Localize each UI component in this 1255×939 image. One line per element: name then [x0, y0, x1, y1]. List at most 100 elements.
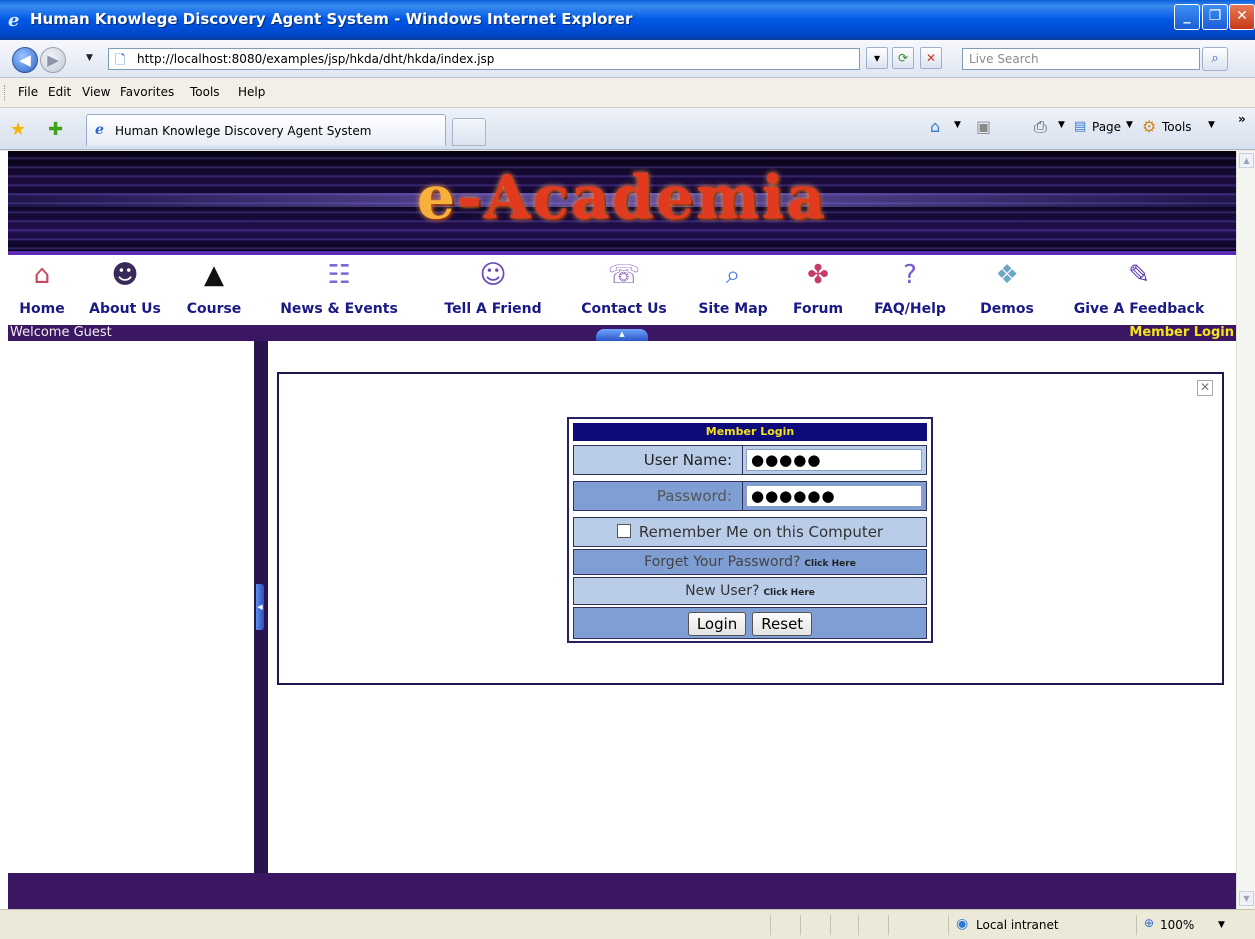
- nav-demos-label: Demos: [980, 301, 1034, 317]
- status-divider: [888, 915, 889, 935]
- menu-file[interactable]: File: [18, 85, 38, 99]
- username-label: User Name:: [643, 451, 732, 469]
- address-input[interactable]: 🗋 http://localhost:8080/examples/jsp/hkd…: [108, 48, 860, 70]
- friends-icon: ☺: [479, 260, 507, 290]
- toolbar-overflow-icon[interactable]: »: [1238, 112, 1246, 126]
- address-dropdown-button[interactable]: ▾: [866, 47, 888, 69]
- nav-contact-us[interactable]: ☏ Contact Us: [572, 257, 676, 325]
- vertical-scrollbar[interactable]: ▲ ▼: [1236, 151, 1255, 909]
- banner-title-rest: -Academia: [457, 163, 828, 233]
- address-url: http://localhost:8080/examples/jsp/hkda/…: [137, 52, 495, 66]
- print-icon[interactable]: ⎙: [1034, 117, 1047, 137]
- window-title-bar[interactable]: e Human Knowlege Discovery Agent System …: [0, 0, 1255, 40]
- remember-checkbox[interactable]: [616, 524, 631, 538]
- popup-close-button[interactable]: ✕: [1197, 380, 1213, 396]
- close-window-button[interactable]: ✕: [1229, 4, 1255, 30]
- nav-course[interactable]: ▲ Course: [176, 257, 252, 325]
- nav-faq-help[interactable]: ? FAQ/Help: [864, 257, 956, 325]
- stop-button[interactable]: ✕: [920, 47, 942, 69]
- nav-tell-a-friend[interactable]: ☺ Tell A Friend: [434, 257, 552, 325]
- search-button[interactable]: ⌕: [1202, 47, 1228, 71]
- maximize-button[interactable]: ❐: [1202, 4, 1228, 30]
- divider-collapse-handle[interactable]: ◀: [256, 584, 264, 630]
- password-input[interactable]: ●●●●●●: [746, 485, 922, 507]
- forum-icon: ✤: [807, 260, 829, 290]
- banner-prefix: e: [416, 163, 458, 233]
- status-divider: [830, 915, 831, 935]
- remember-row: Remember Me on this Computer: [573, 517, 927, 547]
- scroll-down-icon[interactable]: ▼: [1239, 891, 1254, 906]
- forward-button[interactable]: ▶: [40, 47, 66, 73]
- remember-label[interactable]: Remember Me on this Computer: [639, 523, 883, 541]
- phone-icon: ☏: [607, 260, 641, 290]
- search-icon: ⌕: [1211, 51, 1219, 66]
- member-login-form: Member Login User Name: ●●●●● Password: …: [567, 417, 933, 643]
- security-zone[interactable]: Local intranet: [976, 918, 1059, 932]
- new-user-text: New User?: [685, 583, 760, 599]
- member-login-link[interactable]: Member Login: [1129, 325, 1234, 340]
- zoom-dropdown-icon[interactable]: ▼: [1218, 920, 1225, 930]
- nav-demos[interactable]: ❖ Demos: [970, 257, 1044, 325]
- forgot-text: Forget Your Password?: [644, 554, 801, 570]
- site-logo-title: e-Academia: [8, 163, 1236, 233]
- new-user-row: New User? Click Here: [573, 577, 927, 605]
- nav-give-feedback[interactable]: ✎ Give A Feedback: [1060, 257, 1218, 325]
- menu-edit[interactable]: Edit: [48, 85, 71, 99]
- magnifier-icon: ⌕: [725, 260, 741, 290]
- nav-about-us[interactable]: ☻ About Us: [84, 257, 166, 325]
- back-button[interactable]: ◀: [12, 47, 38, 73]
- nav-site-map[interactable]: ⌕ Site Map: [692, 257, 774, 325]
- page-menu-icon: ▤: [1074, 119, 1087, 134]
- home-icon[interactable]: ⌂: [930, 117, 940, 136]
- refresh-button[interactable]: ⟳: [892, 47, 914, 69]
- tab-ie-icon: e: [95, 122, 104, 138]
- home-dropdown-icon[interactable]: ▼: [954, 120, 961, 130]
- history-dropdown-icon[interactable]: ▼: [86, 53, 93, 63]
- add-favorite-icon[interactable]: ✚: [48, 119, 63, 140]
- status-divider: [858, 915, 859, 935]
- tools-dropdown-icon[interactable]: ▼: [1208, 120, 1215, 130]
- tab-active[interactable]: e Human Knowlege Discovery Agent System: [86, 114, 446, 146]
- menu-tools[interactable]: Tools: [190, 85, 220, 99]
- nav-home[interactable]: ⌂ Home: [12, 257, 72, 325]
- forgot-password-link[interactable]: Click Here: [804, 559, 855, 569]
- page-icon: 🗋: [115, 53, 126, 68]
- menu-help[interactable]: Help: [238, 85, 265, 99]
- menu-favorites[interactable]: Favorites: [120, 85, 174, 99]
- new-tab-button[interactable]: [452, 118, 486, 146]
- help-icon: ?: [903, 260, 917, 290]
- reset-button[interactable]: Reset: [752, 611, 813, 636]
- tools-menu[interactable]: Tools: [1162, 120, 1192, 134]
- print-dropdown-icon[interactable]: ▼: [1058, 120, 1065, 130]
- site-nav: ⌂ Home ☻ About Us ▲ Course ☷ News & Even…: [8, 257, 1236, 325]
- favorites-star-icon[interactable]: ★: [10, 119, 26, 140]
- collapse-header-toggle[interactable]: ▲: [596, 329, 648, 341]
- password-row: Password: ●●●●●●: [573, 481, 927, 511]
- page-dropdown-icon[interactable]: ▼: [1126, 120, 1133, 130]
- graduation-cap-icon: ▲: [204, 260, 224, 290]
- forgot-row: Forget Your Password? Click Here: [573, 549, 927, 575]
- scroll-up-icon[interactable]: ▲: [1239, 153, 1254, 168]
- tab-label: Human Knowlege Discovery Agent System: [115, 124, 372, 138]
- search-input[interactable]: Live Search: [962, 48, 1200, 70]
- menu-grip: [4, 85, 7, 101]
- status-divider: [770, 915, 771, 935]
- nav-about-label: About Us: [89, 301, 161, 317]
- nav-news-events[interactable]: ☷ News & Events: [272, 257, 406, 325]
- page-menu[interactable]: Page: [1092, 120, 1121, 134]
- zoom-level[interactable]: 100%: [1160, 918, 1194, 932]
- nav-home-label: Home: [19, 301, 65, 317]
- people-icon: ☻: [111, 260, 139, 290]
- feeds-icon[interactable]: ▣: [976, 117, 991, 136]
- menu-view[interactable]: View: [82, 85, 110, 99]
- password-cell: ●●●●●●: [742, 482, 926, 510]
- password-label: Password:: [656, 487, 732, 505]
- username-input[interactable]: ●●●●●: [746, 449, 922, 471]
- left-panel: [8, 341, 254, 873]
- new-user-link[interactable]: Click Here: [763, 588, 814, 598]
- welcome-text: Welcome Guest: [10, 325, 112, 340]
- nav-faq-label: FAQ/Help: [874, 301, 946, 317]
- minimize-button[interactable]: _: [1174, 4, 1200, 30]
- nav-forum[interactable]: ✤ Forum: [782, 257, 854, 325]
- login-button[interactable]: Login: [687, 611, 747, 636]
